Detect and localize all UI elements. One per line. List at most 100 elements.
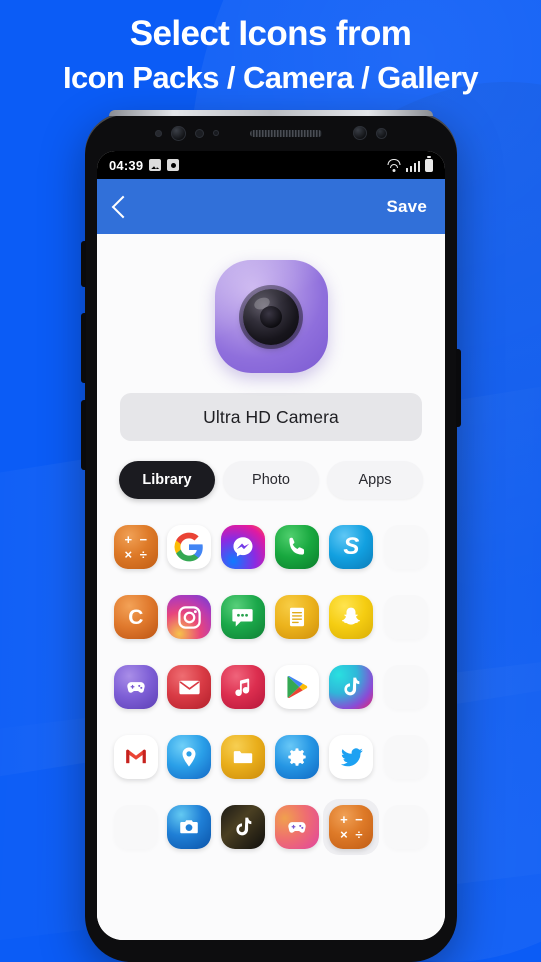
source-tabs: Library Photo Apps	[97, 441, 445, 509]
headline: Select Icons from Icon Packs / Camera / …	[0, 12, 541, 98]
calculator-icon[interactable]: + − × ÷	[113, 525, 158, 569]
image-icon	[149, 159, 162, 171]
phone-screen: 04:39 Save Ultra HD Camera Library Photo…	[97, 151, 445, 940]
app-bar: Save	[97, 179, 445, 234]
headline-line-1: Select Icons from	[129, 14, 412, 53]
partial-icon[interactable]	[384, 735, 429, 779]
icon-grid-cell[interactable]	[109, 659, 163, 715]
icon-grid-cell[interactable]	[163, 729, 217, 785]
icon-grid-cell[interactable]	[163, 519, 217, 575]
icon-grid-cell[interactable]	[379, 659, 433, 715]
app-name-input[interactable]: Ultra HD Camera	[120, 393, 422, 441]
battery-icon	[425, 158, 433, 172]
instagram-icon[interactable]	[167, 595, 212, 639]
icon-grid-cell[interactable]	[216, 659, 270, 715]
games-pink-icon[interactable]	[274, 805, 319, 849]
icon-grid-cell[interactable]	[323, 659, 379, 715]
notes-icon[interactable]	[274, 595, 319, 639]
phone-side-button-bixby[interactable]	[81, 241, 86, 287]
icon-grid: + − × ÷ S C + − × ÷	[97, 519, 445, 855]
play-store-icon[interactable]	[274, 665, 319, 709]
camera-icon	[167, 159, 180, 171]
icon-grid-cell[interactable]	[379, 729, 433, 785]
phone-volume-up-button[interactable]	[81, 313, 86, 383]
twitter-icon[interactable]	[329, 735, 374, 779]
icon-grid-cell[interactable]: + − × ÷	[323, 799, 380, 855]
snapchat-icon[interactable]	[329, 595, 374, 639]
phone-volume-down-button[interactable]	[81, 400, 86, 470]
icon-grid-cell[interactable]	[109, 799, 163, 855]
icon-preview-area	[97, 234, 445, 377]
icon-grid-cell[interactable]	[270, 659, 324, 715]
partial-icon[interactable]	[113, 805, 158, 849]
gmail-icon[interactable]	[113, 735, 158, 779]
icon-grid-scroll[interactable]: + − × ÷ S C + − × ÷	[97, 509, 445, 940]
icon-grid-cell[interactable]	[216, 729, 270, 785]
icon-grid-cell[interactable]	[216, 799, 270, 855]
tab-library[interactable]: Library	[119, 461, 215, 499]
icon-grid-cell[interactable]	[163, 659, 217, 715]
icon-grid-cell[interactable]	[216, 519, 270, 575]
wifi-icon	[387, 158, 401, 172]
signal-icon	[405, 160, 420, 172]
icon-grid-cell[interactable]: + − × ÷	[109, 519, 163, 575]
icon-grid-cell[interactable]	[379, 799, 433, 855]
status-bar: 04:39	[97, 151, 445, 179]
tab-apps[interactable]: Apps	[327, 461, 423, 499]
iris-sensor-icon	[195, 128, 204, 138]
status-bar-right	[387, 158, 433, 172]
screen-content: Ultra HD Camera Library Photo Apps + − × ÷ …	[97, 234, 445, 940]
tab-photo[interactable]: Photo	[223, 461, 319, 499]
mail-icon[interactable]	[167, 665, 212, 709]
selected-icon-highlight: + − × ÷	[323, 799, 380, 855]
tiktok-photo-icon[interactable]	[220, 805, 265, 849]
icon-grid-cell[interactable]	[163, 589, 217, 645]
calculator-icon-selected[interactable]: + − × ÷	[329, 805, 374, 849]
partial-icon[interactable]	[384, 665, 429, 709]
camera-lens-icon	[243, 288, 299, 345]
icon-grid-cell[interactable]	[163, 799, 217, 855]
games-icon[interactable]	[113, 665, 158, 709]
camera-app-icon[interactable]	[167, 805, 212, 849]
icon-grid-cell[interactable]	[379, 519, 433, 575]
partial-icon[interactable]	[384, 525, 429, 569]
icon-grid-cell[interactable]	[379, 589, 433, 645]
icon-grid-cell[interactable]	[270, 729, 324, 785]
partial-icon[interactable]	[384, 595, 429, 639]
save-button[interactable]: Save	[386, 197, 427, 217]
headline-line-2: Icon Packs / Camera / Gallery	[62, 59, 479, 95]
tiktok-icon[interactable]	[329, 665, 374, 709]
phone-icon[interactable]	[274, 525, 319, 569]
icon-grid-cell[interactable]	[323, 589, 379, 645]
icon-grid-cell[interactable]: C	[109, 589, 163, 645]
icon-grid-cell[interactable]	[323, 729, 379, 785]
icon-grid-cell[interactable]	[270, 589, 324, 645]
status-bar-left: 04:39	[109, 157, 180, 173]
secondary-camera-icon	[353, 126, 367, 140]
skype-icon[interactable]: S	[329, 525, 374, 569]
icon-grid-cell[interactable]: S	[323, 519, 379, 575]
phone-power-button[interactable]	[456, 349, 461, 427]
icon-grid-cell[interactable]	[270, 519, 324, 575]
messenger-icon[interactable]	[220, 525, 265, 569]
ultra-hd-camera-icon[interactable]	[214, 260, 328, 373]
back-chevron-icon[interactable]	[111, 195, 135, 218]
maps-icon[interactable]	[167, 735, 212, 779]
folder-icon[interactable]	[220, 735, 265, 779]
settings-icon[interactable]	[274, 735, 319, 779]
phone-mockup: 04:39 Save Ultra HD Camera Library Photo…	[81, 110, 461, 962]
front-camera-icon	[171, 125, 186, 141]
phone-top-bezel	[85, 113, 457, 153]
status-bar-time: 04:39	[109, 157, 144, 173]
icon-grid-cell[interactable]	[270, 799, 324, 855]
proximity-sensor-icon	[155, 129, 162, 137]
icon-grid-cell[interactable]	[109, 729, 163, 785]
messages-icon[interactable]	[220, 595, 265, 639]
icon-grid-cell[interactable]	[216, 589, 270, 645]
google-icon[interactable]	[167, 525, 212, 569]
chrome-icon[interactable]: C	[113, 595, 158, 639]
music-icon[interactable]	[220, 665, 265, 709]
partial-icon[interactable]	[384, 805, 429, 849]
light-sensor-icon	[376, 127, 387, 139]
earpiece-speaker-icon	[250, 129, 322, 137]
